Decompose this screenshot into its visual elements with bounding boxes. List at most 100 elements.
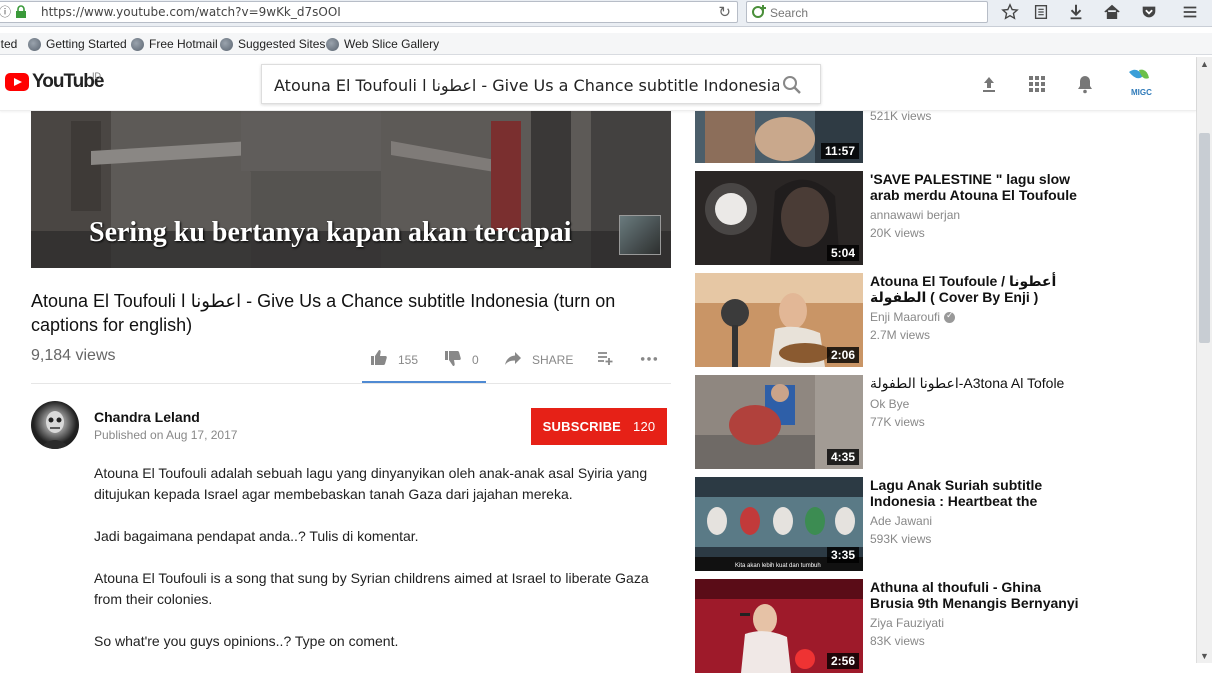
avatar-text: MIGC	[1131, 88, 1152, 97]
share-label: SHARE	[532, 352, 574, 367]
bookmark-item[interactable]: Suggested Sites	[220, 37, 325, 51]
channel-watermark[interactable]	[619, 215, 661, 255]
verified-icon	[944, 310, 956, 323]
subscribe-label: SUBSCRIBE	[542, 419, 622, 434]
scroll-down-arrow-icon[interactable]: ▼	[1200, 651, 1209, 661]
reading-list-icon[interactable]	[1031, 2, 1051, 22]
browser-toolbar: ⓘ https://www.youtube.com/watch?v=9wKk_d…	[0, 0, 1212, 27]
related-video-item[interactable]: Kita akan lebih kuat dan tumbuh 3:35 Lag…	[695, 477, 1175, 571]
youtube-logo[interactable]: YouTube ID	[5, 71, 104, 93]
related-title[interactable]: Atouna El Toufoule / أعطونا الطفولة ( Co…	[870, 273, 1080, 305]
reload-icon[interactable]: ↻	[718, 3, 731, 21]
subscriber-count: 120	[633, 419, 656, 434]
youtube-play-icon	[5, 73, 29, 91]
globe-icon	[28, 37, 41, 51]
download-icon[interactable]	[1066, 2, 1086, 22]
account-avatar[interactable]: MIGC	[1125, 68, 1163, 100]
description-paragraph: Atouna El Toufouli adalah sebuah lagu ya…	[94, 465, 648, 502]
related-video-item[interactable]: 2:56 Athuna al thoufuli - Ghina Brusia 9…	[695, 579, 1175, 673]
duration-badge: 4:35	[826, 449, 859, 465]
bookmark-item[interactable]: ited	[0, 37, 17, 51]
duration-badge: 2:56	[826, 653, 859, 669]
related-video-item[interactable]: 2:06 Atouna El Toufoule / أعطونا الطفولة…	[695, 273, 1175, 367]
notifications-bell-icon[interactable]	[1075, 74, 1095, 94]
browser-search-box[interactable]: Search	[746, 1, 988, 23]
more-horizontal-icon	[640, 349, 658, 370]
duration-badge: 3:35	[826, 547, 859, 563]
related-title[interactable]: Athuna al thoufuli - Ghina Brusia 9th Me…	[870, 579, 1080, 611]
address-bar[interactable]: ⓘ https://www.youtube.com/watch?v=9wKk_d…	[0, 1, 738, 23]
thumbnail-caption: Kita akan lebih kuat dan tumbuh	[735, 563, 821, 569]
related-title[interactable]: Lagu Anak Suriah subtitle Indonesia : He…	[870, 477, 1080, 509]
search-engine-icon[interactable]	[751, 4, 767, 20]
description-paragraph: So what're you guys opinions..? Type on …	[94, 633, 399, 649]
page-scrollbar[interactable]: ▲ ▼	[1196, 57, 1212, 663]
more-actions-button[interactable]	[640, 349, 658, 370]
url-text: https://www.youtube.com/watch?v=9wKk_d7s…	[41, 5, 341, 19]
duration-badge: 11:57	[820, 143, 859, 159]
bookmarks-bar: ited Getting Started Free Hotmail Sugges…	[0, 33, 1212, 55]
home-icon[interactable]	[1102, 2, 1122, 22]
related-channel[interactable]: annawawi berjan	[870, 208, 960, 222]
related-views: 20K views	[870, 226, 925, 240]
star-icon[interactable]	[1000, 2, 1020, 22]
related-thumbnail[interactable]: 5:04	[695, 171, 863, 265]
youtube-search-input[interactable]	[274, 74, 779, 96]
add-to-playlist-button[interactable]	[596, 349, 614, 370]
channel-name[interactable]: Chandra Leland	[94, 409, 200, 425]
video-player[interactable]: Sering ku bertanya kapan akan tercapai	[31, 111, 671, 268]
share-icon	[504, 349, 522, 370]
related-views: 521K views	[870, 109, 932, 123]
duration-badge: 2:06	[826, 347, 859, 363]
divider	[31, 383, 671, 384]
related-views: 83K views	[870, 634, 925, 648]
browser-search-placeholder: Search	[770, 6, 809, 20]
info-icon[interactable]: ⓘ	[0, 5, 11, 19]
like-ratio-bar	[362, 381, 486, 383]
like-count: 155	[398, 352, 419, 367]
bookmark-item[interactable]: Getting Started	[28, 37, 127, 51]
youtube-header: YouTube ID MIGC	[0, 57, 1196, 111]
video-subtitle: Sering ku bertanya kapan akan tercapai	[89, 217, 572, 248]
like-button[interactable]: 155	[370, 349, 418, 370]
related-video-item[interactable]: 5:04 'SAVE PALESTINE " lagu slow arab me…	[695, 171, 1175, 265]
related-channel[interactable]: Ok Bye	[870, 397, 909, 411]
scrollbar-thumb[interactable]	[1199, 133, 1210, 343]
youtube-search-box[interactable]	[261, 64, 821, 104]
apps-grid-icon[interactable]	[1027, 74, 1047, 94]
add-to-playlist-icon	[596, 349, 614, 370]
globe-icon	[131, 37, 144, 51]
related-channel[interactable]: Enji Maaroufi	[870, 310, 956, 324]
bookmark-item[interactable]: Web Slice Gallery	[326, 37, 439, 51]
upload-icon[interactable]	[979, 74, 999, 94]
pocket-icon[interactable]	[1139, 2, 1159, 22]
related-views: 2.7M views	[870, 328, 931, 342]
scroll-up-arrow-icon[interactable]: ▲	[1200, 59, 1209, 69]
search-icon[interactable]	[782, 75, 802, 95]
related-channel[interactable]: Ade Jawani	[870, 514, 932, 528]
subscribe-button[interactable]: SUBSCRIBE 120	[531, 408, 667, 445]
lock-icon	[15, 5, 27, 19]
globe-icon	[326, 37, 339, 51]
view-count: 9,184 views	[31, 347, 116, 364]
related-thumbnail[interactable]: 2:56	[695, 579, 863, 673]
duration-badge: 5:04	[826, 245, 859, 261]
related-views: 593K views	[870, 532, 932, 546]
bookmark-item[interactable]: Free Hotmail	[131, 37, 218, 51]
thumbs-up-icon	[370, 349, 388, 370]
related-video-item[interactable]: 4:35 اعطونا الطفولة-A3tona Al Tofole Ok …	[695, 375, 1175, 469]
related-thumbnail[interactable]: 4:35	[695, 375, 863, 469]
dislike-button[interactable]: 0	[444, 349, 479, 370]
country-code: ID	[92, 71, 101, 81]
related-title[interactable]: اعطونا الطفولة-A3tona Al Tofole	[870, 375, 1080, 391]
related-thumbnail[interactable]: Kita akan lebih kuat dan tumbuh 3:35	[695, 477, 863, 571]
dislike-count: 0	[472, 352, 479, 367]
description-paragraph: Atouna El Toufouli is a song that sung b…	[94, 570, 649, 607]
menu-icon[interactable]	[1180, 2, 1200, 22]
channel-avatar[interactable]	[31, 401, 79, 449]
description-paragraph: Jadi bagaimana pendapat anda..? Tulis di…	[94, 528, 419, 544]
share-button[interactable]: SHARE	[504, 349, 573, 370]
related-title[interactable]: 'SAVE PALESTINE " lagu slow arab merdu A…	[870, 171, 1080, 203]
related-thumbnail[interactable]: 2:06	[695, 273, 863, 367]
related-channel[interactable]: Ziya Fauziyati	[870, 616, 944, 630]
